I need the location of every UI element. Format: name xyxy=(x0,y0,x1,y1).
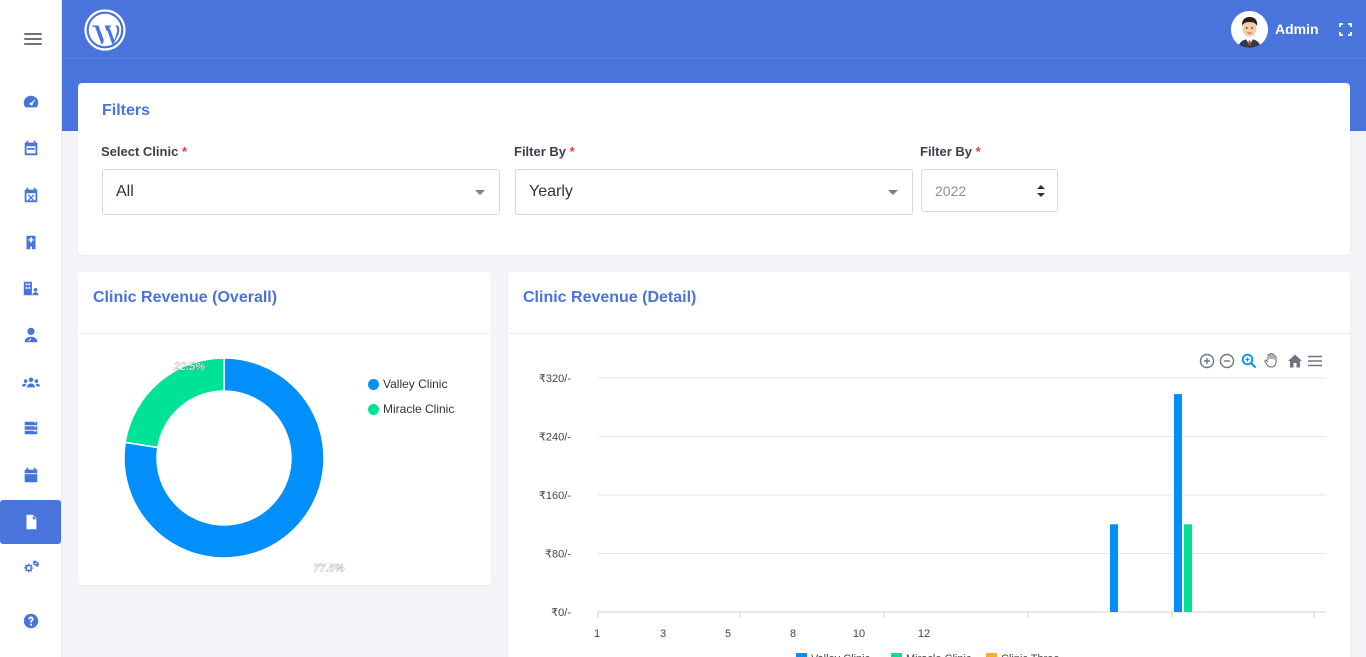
sidebar-item-cancelled[interactable] xyxy=(0,173,61,217)
pie-data-label: 77.5% xyxy=(313,563,344,575)
sidebar xyxy=(0,0,62,657)
clinic-select[interactable]: All xyxy=(102,169,500,215)
filterby-label-text: Filter By xyxy=(514,144,567,159)
sidebar-item-dashboard[interactable] xyxy=(0,80,61,124)
clinic-label: Select Clinic * xyxy=(101,144,187,159)
calendar-icon xyxy=(24,140,37,156)
pan-hand-icon[interactable] xyxy=(1263,352,1279,368)
filterby-label: Filter By * xyxy=(514,144,575,159)
calendar-x-icon xyxy=(24,187,37,203)
sidebar-item-patients[interactable] xyxy=(0,360,61,404)
bar xyxy=(1184,524,1192,612)
server-icon xyxy=(24,421,37,435)
year-select-value: 2022 xyxy=(935,182,967,199)
legend-label: Clinic Three xyxy=(1001,653,1060,657)
sidebar-item-doctors[interactable] xyxy=(0,313,61,357)
sidebar-item-help[interactable] xyxy=(0,599,61,643)
sidebar-item-settings[interactable] xyxy=(0,546,61,590)
question-icon xyxy=(23,613,38,629)
header-divider xyxy=(62,58,1366,59)
sidebar-item-clinic-users[interactable] xyxy=(0,266,61,310)
x-tick-label: 3 xyxy=(660,628,666,640)
doctor-icon xyxy=(24,327,37,343)
x-tick-label: 1 xyxy=(594,628,600,640)
legend-item[interactable]: Valley Clinic xyxy=(368,377,447,391)
speedometer-icon xyxy=(23,95,38,108)
filters-title: Filters xyxy=(102,102,151,119)
legend-label: Miracle Clinic xyxy=(383,402,455,416)
bar xyxy=(1110,524,1118,612)
legend-marker xyxy=(796,653,807,657)
expand-icon[interactable] xyxy=(1339,23,1352,36)
y-tick-label: ₹0/- xyxy=(551,607,571,619)
filterby-select-value: Yearly xyxy=(529,183,573,200)
detail-revenue-card: Clinic Revenue (Detail) ₹320/- ₹240/- ₹160… xyxy=(508,272,1350,657)
building-user-icon xyxy=(23,281,39,296)
y-tick-label: ₹240/- xyxy=(539,432,571,444)
bar xyxy=(1174,394,1182,612)
clinic-label-text: Select Clinic xyxy=(101,144,179,159)
user-avatar-image xyxy=(1231,11,1268,48)
legend-marker xyxy=(986,653,997,657)
filters-card: Filters Select Clinic * All Filter By * … xyxy=(78,83,1350,255)
clinic-select-value: All xyxy=(116,183,134,200)
required-mark: * xyxy=(569,144,575,159)
overall-revenue-card: Clinic Revenue (Overall) 77.5% 22.5% Vall… xyxy=(78,272,491,585)
legend-label: Valley Clinic xyxy=(383,377,448,391)
hospital-icon xyxy=(26,235,35,250)
x-tick-label: 8 xyxy=(790,628,796,640)
x-tick-label: 10 xyxy=(853,628,865,640)
calendar-full-icon xyxy=(24,467,37,483)
sidebar-item-services[interactable] xyxy=(0,406,61,450)
required-mark: * xyxy=(975,144,981,159)
updown-arrows-icon xyxy=(1037,184,1045,197)
chevron-down-icon xyxy=(475,190,485,195)
bar-chart: ₹320/- ₹240/- ₹160/- ₹80/- ₹0/- 1 3 5 8 10 12 Valle… xyxy=(539,373,1326,657)
detail-revenue-title: Clinic Revenue (Detail) xyxy=(523,289,697,306)
legend-marker xyxy=(368,403,379,415)
wordpress-logo[interactable] xyxy=(84,9,126,51)
user-name[interactable]: Admin xyxy=(1275,21,1319,37)
x-tick-label: 5 xyxy=(725,628,731,640)
users-icon xyxy=(21,377,40,388)
y-tick-label: ₹320/- xyxy=(539,373,571,385)
filterby-select[interactable]: Yearly xyxy=(515,169,913,215)
legend-label: Miracle Clinic xyxy=(906,653,972,657)
sidebar-item-reports[interactable] xyxy=(0,500,61,544)
y-tick-label: ₹80/- xyxy=(545,549,571,561)
y-tick-label: ₹160/- xyxy=(539,490,571,502)
cogs-icon xyxy=(23,560,39,573)
overall-revenue-title: Clinic Revenue (Overall) xyxy=(93,289,278,306)
donut-chart: 77.5% 22.5% xyxy=(123,357,345,575)
sidebar-item-clinics[interactable] xyxy=(0,220,61,264)
required-mark: * xyxy=(181,144,187,159)
sidebar-item-schedule[interactable] xyxy=(0,453,61,497)
sidebar-item-appointments[interactable] xyxy=(0,126,61,170)
legend-item[interactable]: Miracle Clinic xyxy=(368,402,454,416)
document-icon xyxy=(26,514,36,530)
legend-marker xyxy=(368,378,379,390)
year-select[interactable]: 2022 xyxy=(921,169,1058,212)
year-label-text: Filter By xyxy=(920,144,973,159)
avatar[interactable] xyxy=(1231,11,1268,48)
x-tick-label: 12 xyxy=(918,628,930,640)
legend-label: Valley Clinic xyxy=(811,653,871,657)
year-label: Filter By * xyxy=(920,144,981,159)
card-divider xyxy=(508,333,1350,334)
hamburger-icon[interactable] xyxy=(24,33,42,45)
chevron-down-icon xyxy=(888,190,898,195)
legend-marker xyxy=(891,653,902,657)
pie-data-label: 22.5% xyxy=(173,361,205,373)
